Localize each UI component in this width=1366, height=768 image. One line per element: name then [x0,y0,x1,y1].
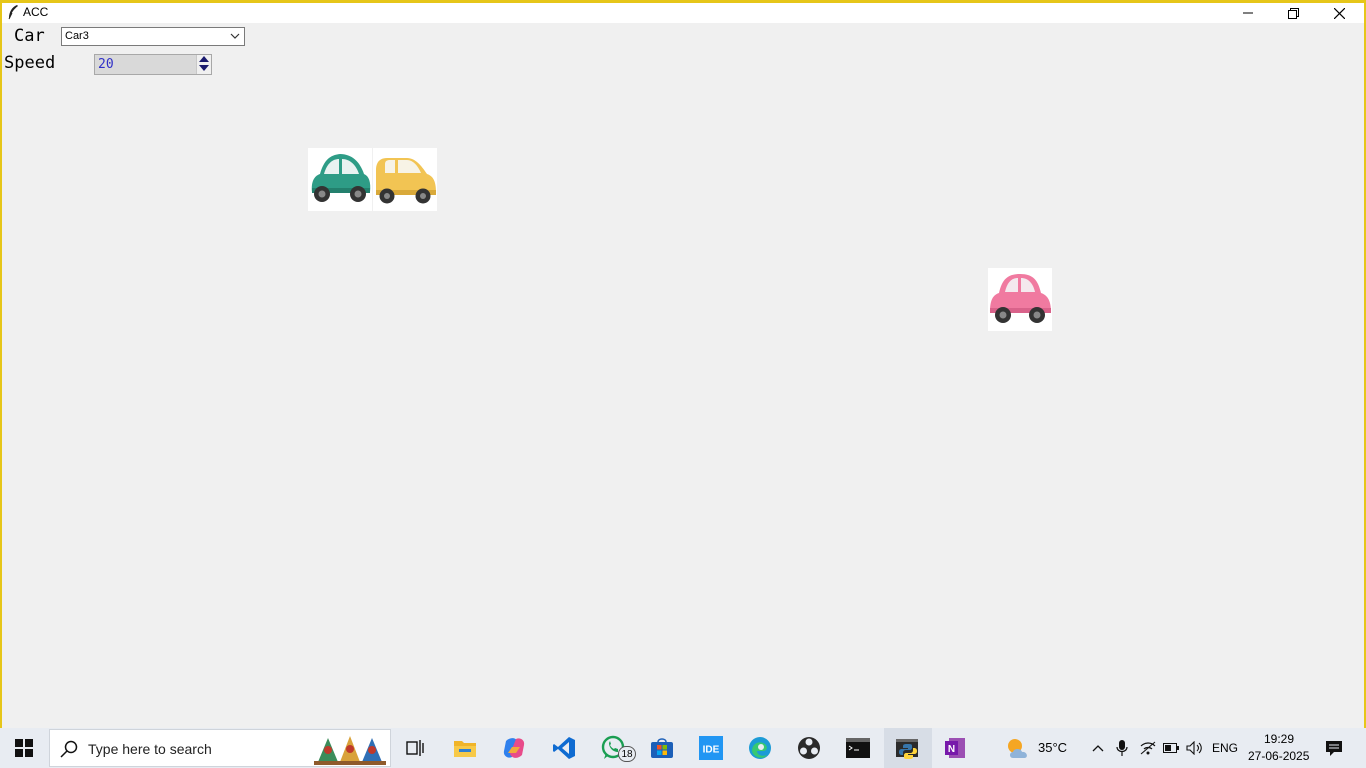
terminal-button[interactable] [834,728,882,768]
chevron-up-icon [1092,745,1104,752]
search-placeholder: Type here to search [88,741,212,757]
speed-spinbox[interactable]: 20 [94,54,212,75]
search-highlight-icon [314,736,386,765]
restore-button[interactable] [1270,3,1316,23]
network-button[interactable] [1138,728,1158,768]
store-icon [651,738,673,758]
speed-label: Speed [4,53,56,73]
pink-car [988,268,1052,331]
weather-temperature[interactable]: 35°C [1038,740,1067,755]
notifications-button[interactable] [1322,728,1346,768]
file-explorer-icon [454,741,476,757]
window-title: ACC [23,5,49,19]
ide-button[interactable]: IDE [687,728,735,768]
weather-widget[interactable] [1003,728,1033,768]
restore-icon [1287,7,1299,19]
battery-icon [1163,743,1179,753]
clock-time[interactable]: 19:29 [1264,732,1294,746]
green-car [308,148,372,211]
battery-button[interactable] [1161,728,1181,768]
python-icon [896,739,918,759]
app-window: ACC Car Car3 Speed 20 [0,0,1366,768]
ide-icon: IDE [699,736,723,760]
close-icon [1333,7,1345,19]
terminal-icon [846,738,870,758]
notification-icon [1326,740,1342,756]
spin-down-icon[interactable] [199,65,209,72]
start-button[interactable] [0,728,48,768]
python-button[interactable] [884,728,932,768]
close-button[interactable] [1316,3,1362,23]
feather-icon [8,5,18,20]
copilot-button[interactable] [490,728,538,768]
whatsapp-badge: 18 [618,746,636,762]
yellow-car [373,148,437,211]
onenote-icon: N [945,738,965,758]
svg-text:IDE: IDE [703,745,720,756]
store-button[interactable] [638,728,686,768]
car-select[interactable]: Car3 [61,27,245,46]
volume-button[interactable] [1185,728,1205,768]
task-view-button[interactable] [392,728,440,768]
microphone-icon [1116,740,1128,756]
task-view-icon [406,740,424,756]
vscode-icon [553,737,575,759]
obs-icon [798,737,820,759]
minimize-button[interactable] [1225,3,1271,23]
car-select-value: Car3 [65,30,89,42]
weather-partly-sunny-icon [1008,739,1027,758]
chevron-down-icon [230,33,240,39]
speaker-icon [1186,741,1202,755]
edge-icon [749,737,771,759]
search-icon [60,740,78,758]
wifi-icon [1140,741,1156,755]
language-indicator[interactable]: ENG [1212,741,1238,755]
spin-up-icon[interactable] [199,56,209,63]
obs-button[interactable] [785,728,833,768]
canvas-area: Car Car3 Speed 20 [2,23,1364,726]
onenote-button[interactable]: N [931,728,979,768]
vscode-button[interactable] [540,728,588,768]
microphone-button[interactable] [1113,728,1131,768]
copilot-icon [503,738,525,758]
title-bar[interactable]: ACC [2,3,1364,23]
car-label: Car [14,26,45,46]
taskbar: Type here to search 18 IDE N 35°C ENG 19… [0,728,1366,768]
show-hidden-icons-button[interactable] [1089,728,1107,768]
spin-buttons [196,55,211,74]
speed-value[interactable]: 20 [98,57,114,72]
svg-text:N: N [948,744,955,755]
edge-button[interactable] [736,728,784,768]
taskbar-search[interactable]: Type here to search [49,729,391,767]
clock-date[interactable]: 27-06-2025 [1248,749,1309,763]
minimize-icon [1243,12,1253,14]
windows-icon [15,739,33,757]
file-explorer-button[interactable] [441,728,489,768]
